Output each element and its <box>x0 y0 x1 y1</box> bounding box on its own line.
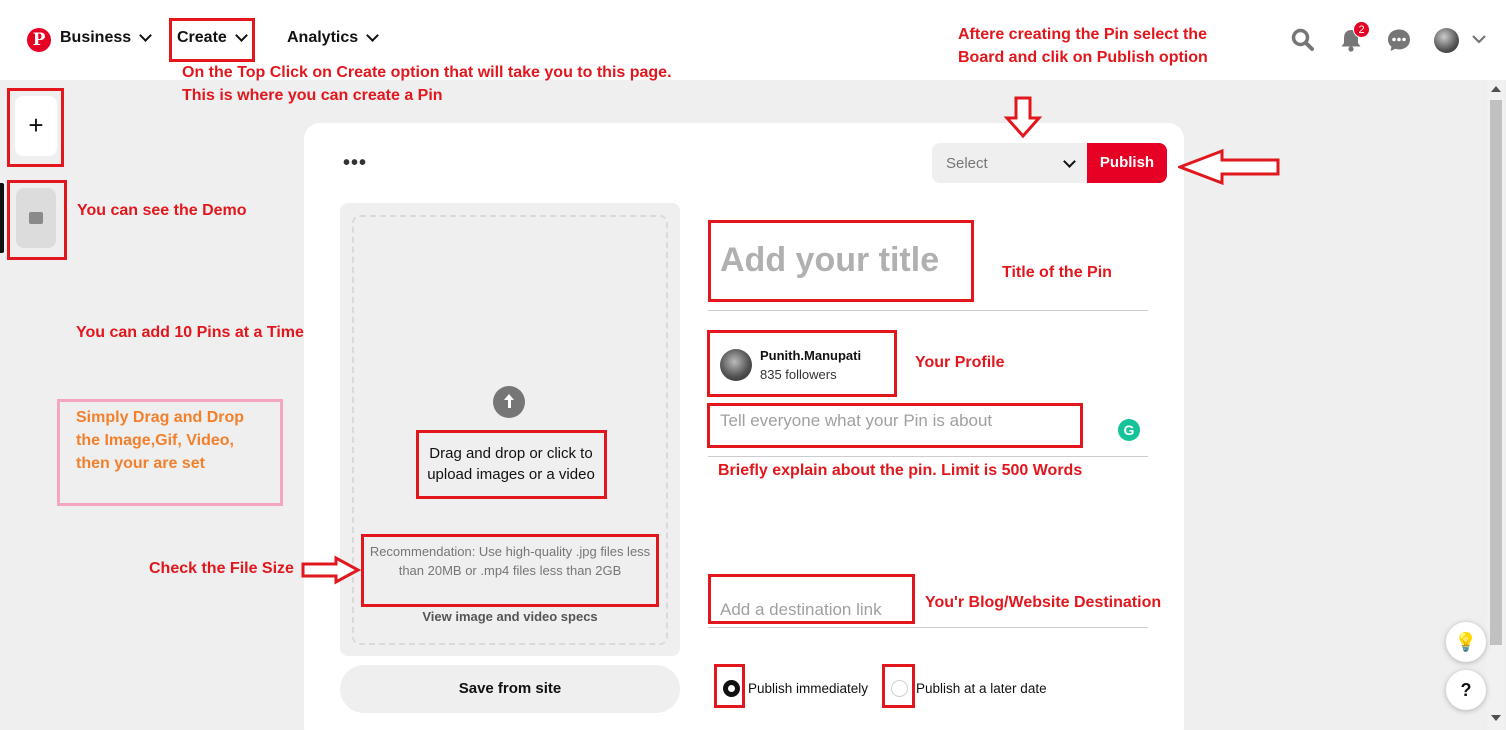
annotation-ten-pins: You can add 10 Pins at a Time <box>76 324 304 341</box>
annotation-drag-line1: Simply Drag and Drop <box>76 409 245 426</box>
messages-icon[interactable] <box>1386 27 1412 53</box>
annotation-box-link <box>708 574 915 624</box>
annotation-destination: You'r Blog/Website Destination <box>925 594 1162 611</box>
annotation-box-radio-later <box>882 664 915 708</box>
active-pin-indicator <box>0 183 4 253</box>
annotation-box-profile <box>707 330 897 397</box>
link-divider <box>708 627 1148 628</box>
help-question-icon[interactable]: ? <box>1446 670 1486 710</box>
annotation-box-create <box>169 18 255 62</box>
specs-link[interactable]: View image and video specs <box>340 609 680 624</box>
annotation-title: Title of the Pin <box>1002 264 1112 281</box>
annotation-drag-line3: then your are set <box>76 455 205 472</box>
annotation-arrow-down-icon <box>1003 96 1043 139</box>
annotation-drag-line2: the Image,Gif, Video, <box>76 432 234 449</box>
grammarly-icon[interactable]: G <box>1118 419 1140 441</box>
annotation-box-title <box>708 220 974 302</box>
annotation-create-line2: This is where you can create a Pin <box>182 87 443 104</box>
annotation-arrow-left-icon <box>1178 148 1280 186</box>
annotation-publish-line1: Aftere creating the Pin select the <box>958 26 1207 43</box>
nav-business[interactable]: Business <box>60 29 153 47</box>
description-divider <box>708 456 1148 457</box>
annotation-file-size: Check the File Size <box>149 560 294 577</box>
title-divider <box>708 310 1148 311</box>
arrow-stem <box>507 399 511 408</box>
annotation-box-radio-now <box>714 664 745 708</box>
publish-later-label[interactable]: Publish at a later date <box>916 681 1047 696</box>
annotation-box-filesize <box>361 534 659 607</box>
annotation-box-upload <box>416 430 607 499</box>
notification-badge: 2 <box>1353 21 1370 38</box>
save-from-site-button[interactable]: Save from site <box>340 665 680 713</box>
annotation-box-add <box>7 88 64 167</box>
nav-analytics-label: Analytics <box>287 29 359 46</box>
search-icon[interactable] <box>1290 27 1316 53</box>
more-options-icon[interactable]: ••• <box>343 152 367 175</box>
scroll-up-arrow-icon[interactable] <box>1491 86 1501 92</box>
annotation-box-demo <box>7 180 67 260</box>
annotation-box-description <box>707 403 1083 448</box>
scrollbar-thumb[interactable] <box>1490 100 1502 645</box>
publish-immediately-label[interactable]: Publish immediately <box>748 681 868 696</box>
scroll-down-arrow-icon[interactable] <box>1491 715 1501 721</box>
annotation-publish-line2: Board and clik on Publish option <box>958 49 1208 66</box>
chevron-down-icon <box>139 29 153 42</box>
user-avatar[interactable] <box>1434 28 1459 53</box>
annotation-profile: Your Profile <box>915 354 1005 371</box>
lightbulb-icon[interactable]: 💡 <box>1446 622 1486 662</box>
annotation-create-line1: On the Top Click on Create option that w… <box>182 64 672 81</box>
annotation-arrow-right-icon <box>301 555 362 585</box>
annotation-demo: You can see the Demo <box>77 202 247 219</box>
publish-button[interactable]: Publish <box>1087 143 1167 183</box>
chevron-down-icon <box>366 29 380 42</box>
nav-business-label: Business <box>60 29 132 46</box>
annotation-description: Briefly explain about the pin. Limit is … <box>718 462 1083 479</box>
pinterest-logo-icon[interactable]: P <box>27 28 51 52</box>
nav-analytics[interactable]: Analytics <box>287 29 380 47</box>
account-chevron-icon[interactable] <box>1470 30 1488 48</box>
upload-arrow-icon[interactable] <box>493 386 525 418</box>
